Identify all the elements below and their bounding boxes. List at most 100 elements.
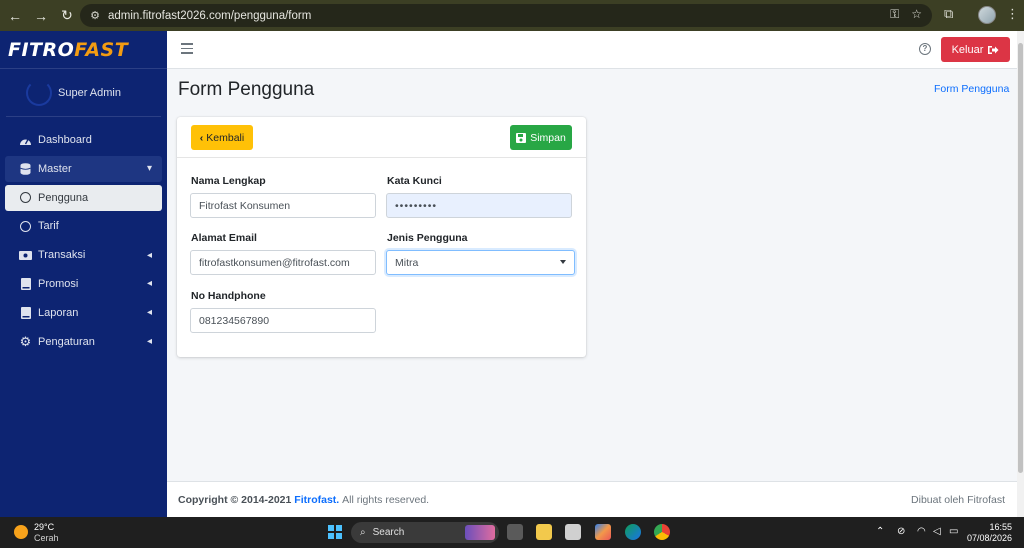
breadcrumb[interactable]: Form Pengguna	[934, 83, 1009, 95]
phone-label: No Handphone	[191, 290, 266, 302]
page-title: Form Pengguna	[178, 79, 315, 100]
logout-label: Keluar	[951, 43, 984, 56]
phone-value: 081234567890	[199, 314, 270, 327]
dropdown-caret-icon	[560, 260, 566, 264]
back-button[interactable]: ‹ Kembali	[191, 125, 253, 150]
volume-icon[interactable]: ◁	[933, 526, 941, 537]
copilot-icon[interactable]	[595, 524, 611, 540]
rights-text: All rights reserved.	[342, 493, 430, 506]
sidebar-item-tarif[interactable]: Tarif	[5, 213, 162, 239]
back-arrow-icon[interactable]: ←	[4, 5, 26, 27]
dashboard-gauge-icon	[19, 134, 32, 147]
sidebar-item-promosi[interactable]: Promosi ◂	[5, 271, 162, 297]
company-link[interactable]: Fitrofast.	[294, 494, 339, 506]
full-name-value: Fitrofast Konsumen	[199, 199, 291, 212]
hamburger-menu-icon[interactable]	[181, 43, 193, 57]
brand-logo-part2: FAST	[74, 38, 129, 61]
reload-icon[interactable]: ↻	[56, 5, 78, 27]
battery-icon[interactable]: ▭	[949, 526, 958, 537]
sidebar-item-label: Promosi	[38, 277, 79, 290]
save-button[interactable]: Simpan	[510, 125, 572, 150]
weather-condition: Cerah	[34, 533, 59, 543]
book-icon	[19, 306, 32, 319]
sign-out-icon	[988, 45, 999, 54]
site-info-icon[interactable]: ⚙	[84, 9, 106, 22]
help-question-icon[interactable]: ?	[919, 43, 931, 55]
task-view-icon[interactable]	[507, 524, 523, 540]
forward-arrow-icon[interactable]: →	[30, 5, 52, 27]
sidebar-item-pengaturan[interactable]: ⚙ Pengaturan ◂	[5, 329, 162, 355]
back-button-label: Kembali	[206, 131, 245, 144]
store-icon[interactable]	[565, 524, 581, 540]
full-name-input[interactable]: Fitrofast Konsumen	[190, 193, 376, 218]
phone-input[interactable]: 081234567890	[190, 308, 376, 333]
sidebar-item-label: Tarif	[38, 220, 59, 233]
edge-browser-icon[interactable]	[625, 524, 641, 540]
browser-menu-icon[interactable]: ⋮	[1006, 6, 1019, 22]
chevron-left-icon: ◂	[146, 307, 152, 319]
address-bar[interactable]: ⚙ admin.fitrofast2026.com/pengguna/form …	[80, 4, 932, 27]
taskbar-search[interactable]: ⌕ Search	[351, 522, 499, 543]
user-name: Super Admin	[58, 86, 121, 99]
gear-icon: ⚙	[19, 333, 32, 349]
avatar	[26, 79, 52, 106]
user-form-card: ‹ Kembali Simpan Nama Lengkap Fitrofast …	[177, 117, 586, 357]
tray-overflow-chevron-icon[interactable]: ⌃	[876, 526, 884, 537]
chevron-left-icon: ◂	[146, 278, 152, 290]
password-label: Kata Kunci	[387, 175, 442, 187]
chevron-down-icon: ▾	[146, 163, 152, 175]
user-type-value: Mitra	[395, 256, 419, 269]
user-type-label: Jenis Pengguna	[387, 232, 468, 244]
sidebar-item-master[interactable]: Master ▾	[5, 155, 162, 182]
full-name-label: Nama Lengkap	[191, 175, 266, 187]
file-explorer-icon[interactable]	[536, 524, 552, 540]
circle-icon	[19, 220, 32, 233]
chevron-left-icon: ‹	[199, 131, 204, 144]
sidebar-item-label: Pengaturan	[38, 335, 95, 348]
book-icon	[19, 277, 32, 290]
password-value: •••••••••	[395, 199, 438, 212]
bookmark-star-icon[interactable]: ☆	[911, 7, 922, 22]
user-type-select[interactable]: Mitra	[386, 250, 575, 275]
user-panel[interactable]: Super Admin	[6, 69, 161, 117]
footer-credit: Dibuat oleh Fitrofast	[911, 493, 1005, 506]
sidebar-item-transaksi[interactable]: Transaksi ◂	[5, 242, 162, 268]
chevron-left-icon: ◂	[146, 336, 152, 348]
url-text: admin.fitrofast2026.com/pengguna/form	[108, 9, 312, 22]
weather-temperature: 29°C	[34, 522, 55, 532]
floppy-disk-icon	[516, 132, 527, 143]
chevron-left-icon: ◂	[146, 249, 152, 261]
database-icon	[19, 162, 32, 175]
wifi-icon[interactable]: ◠	[917, 526, 926, 537]
sidebar-nav: Dashboard Master ▾ Pengguna Tarif Transa…	[0, 127, 167, 355]
profile-avatar[interactable]	[978, 6, 996, 24]
logout-button[interactable]: Keluar	[941, 37, 1010, 62]
sidebar-item-pengguna[interactable]: Pengguna	[5, 184, 162, 211]
os-taskbar: 29°C Cerah ⌕ Search ⌃ ⊘ ◠ ◁ ▭ 16:55 07/0…	[0, 517, 1024, 548]
password-key-icon[interactable]: ⚿	[890, 7, 899, 22]
scrollbar-thumb[interactable]	[1018, 43, 1023, 473]
copyright-text: Copyright © 2014-2021	[178, 493, 292, 506]
clock-time: 16:55	[989, 522, 1012, 532]
password-input[interactable]: •••••••••	[386, 193, 572, 218]
sidebar-item-dashboard[interactable]: Dashboard	[5, 127, 162, 153]
sidebar-item-laporan[interactable]: Laporan ◂	[5, 300, 162, 326]
extensions-icon[interactable]: ⧉	[944, 6, 953, 22]
page-scrollbar[interactable]	[1017, 31, 1024, 517]
sidebar-item-label: Pengguna	[38, 191, 89, 204]
email-input[interactable]: fitrofastkonsumen@fitrofast.com	[190, 250, 376, 275]
sidebar-item-label: Dashboard	[38, 134, 92, 146]
sidebar-item-label: Laporan	[38, 306, 79, 319]
search-highlight-icon	[465, 525, 495, 540]
windows-start-icon[interactable]	[328, 525, 342, 539]
brand-logo[interactable]: FITRO FAST	[0, 31, 167, 69]
chrome-browser-icon[interactable]	[654, 524, 670, 540]
sidebar-item-label: Master	[38, 162, 72, 175]
sidebar: FITRO FAST Super Admin Dashboard Master ▾…	[0, 31, 167, 517]
network-off-icon[interactable]: ⊘	[897, 526, 905, 537]
circle-icon	[19, 191, 32, 204]
system-clock[interactable]: 16:55 07/08/2026	[966, 522, 1012, 544]
top-header: ? Keluar	[167, 31, 1017, 69]
weather-sun-icon[interactable]	[14, 525, 28, 539]
email-value: fitrofastkonsumen@fitrofast.com	[199, 256, 350, 269]
